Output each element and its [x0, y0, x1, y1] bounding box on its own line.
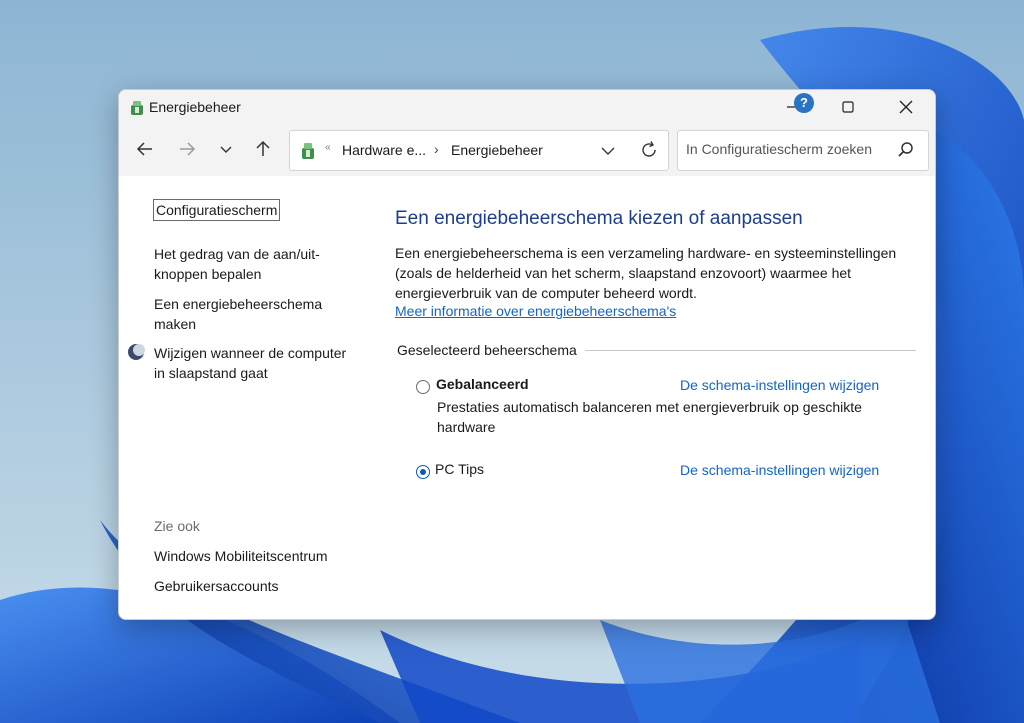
plan-name-pc-tips[interactable]: PC Tips — [435, 461, 484, 477]
sidebar-link-sleep[interactable]: Wijzigen wanneer de computer in slaapsta… — [154, 343, 354, 383]
breadcrumb-separator[interactable]: › — [434, 141, 439, 157]
back-button[interactable] — [130, 134, 160, 164]
up-button[interactable] — [248, 134, 278, 164]
see-also-user-accounts[interactable]: Gebruikersaccounts — [154, 576, 279, 596]
search-box[interactable] — [677, 130, 929, 171]
see-also-mobility-center[interactable]: Windows Mobiliteitscentrum — [154, 546, 328, 566]
sidebar-link-create-plan[interactable]: Een energiebeheerschema maken — [154, 294, 344, 334]
plan-settings-link-gebalanceerd[interactable]: De schema-instellingen wijzigen — [680, 377, 879, 393]
energy-settings-window: Energiebeheer « Hardware e... › Energieb… — [118, 89, 936, 620]
address-bar[interactable]: « Hardware e... › Energiebeheer — [289, 130, 669, 171]
maximize-button[interactable] — [825, 90, 871, 124]
plan-radio-gebalanceerd[interactable] — [416, 380, 430, 394]
page-description: Een energiebeheerschema is een verzameli… — [395, 245, 897, 301]
plan-description-gebalanceerd: Prestaties automatisch balanceren met en… — [437, 399, 862, 435]
window-title: Energiebeheer — [149, 99, 241, 115]
navigation-bar: « Hardware e... › Energiebeheer — [119, 124, 935, 176]
address-overflow[interactable]: « — [325, 142, 331, 153]
maximize-icon — [842, 101, 854, 113]
search-icon[interactable] — [896, 140, 916, 160]
power-options-icon — [302, 143, 314, 159]
page-title: Een energiebeheerschema kiezen of aanpas… — [395, 208, 803, 229]
plan-settings-link-pc-tips[interactable]: De schema-instellingen wijzigen — [680, 462, 879, 478]
search-input[interactable] — [684, 140, 888, 158]
address-dropdown-chevron-icon[interactable] — [598, 141, 618, 161]
content-area: Configuratiescherm Het gedrag van de aan… — [119, 176, 935, 619]
recent-locations-chevron-icon — [220, 146, 232, 153]
power-options-icon — [131, 101, 143, 115]
close-icon — [899, 100, 913, 114]
moon-sleep-icon — [128, 344, 145, 360]
help-button[interactable]: ? — [794, 93, 814, 113]
up-arrow-icon — [256, 140, 270, 156]
plan-radio-pc-tips[interactable] — [416, 465, 430, 479]
sidebar-home-link[interactable]: Configuratiescherm — [153, 199, 281, 221]
sidebar-link-power-buttons[interactable]: Het gedrag van de aan/uit-knoppen bepale… — [154, 244, 344, 284]
refresh-icon[interactable] — [638, 139, 660, 161]
group-label: Geselecteerd beheerschema — [397, 342, 585, 358]
more-info-link[interactable]: Meer informatie over energiebeheerschema… — [395, 303, 676, 319]
forward-arrow-icon — [180, 142, 196, 156]
close-button[interactable] — [883, 90, 929, 124]
breadcrumb-energiebeheer[interactable]: Energiebeheer — [451, 142, 543, 158]
plan-name-gebalanceerd[interactable]: Gebalanceerd — [436, 376, 529, 392]
breadcrumb-hardware[interactable]: Hardware e... — [342, 142, 426, 158]
forward-button[interactable] — [172, 134, 202, 164]
back-arrow-icon — [136, 142, 152, 156]
recent-locations-button[interactable] — [211, 134, 241, 164]
see-also-label: Zie ook — [154, 518, 200, 534]
